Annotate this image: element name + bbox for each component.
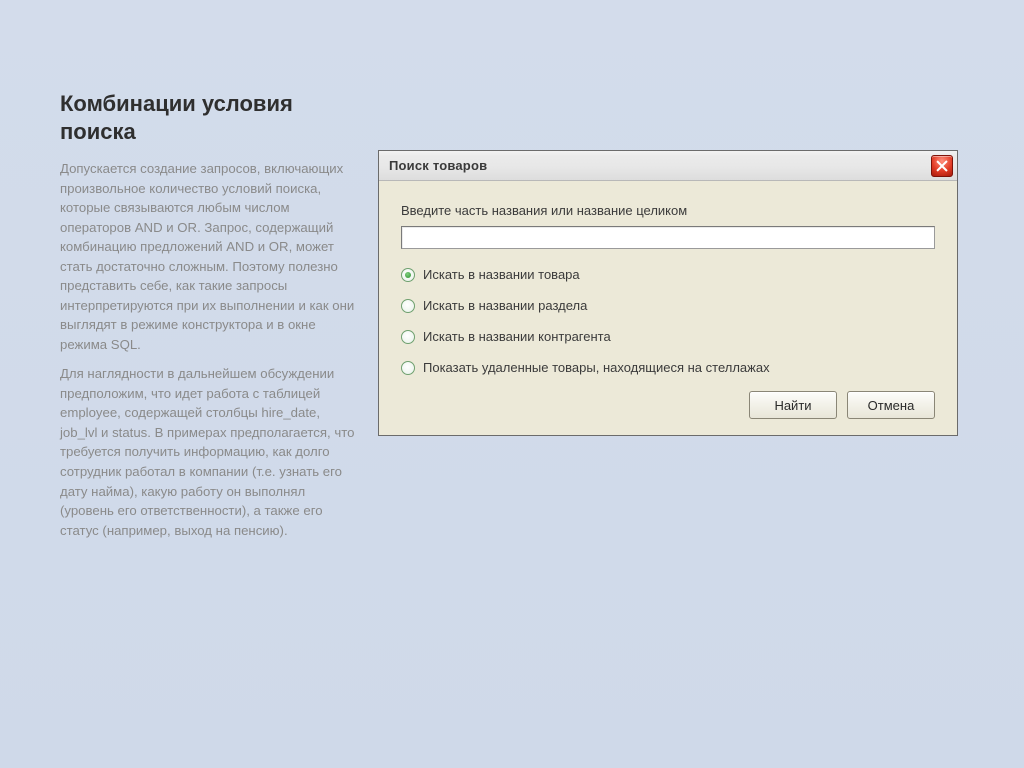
radio-icon xyxy=(401,330,415,344)
slide: Комбинации условия поиска Допускается со… xyxy=(0,0,1024,768)
radio-label: Искать в названии раздела xyxy=(423,298,587,313)
radio-label: Показать удаленные товары, находящиеся н… xyxy=(423,360,770,375)
cancel-button[interactable]: Отмена xyxy=(847,391,935,419)
figure-column: Поиск товаров Введите часть названия или… xyxy=(378,90,964,728)
search-input[interactable] xyxy=(401,226,935,249)
dialog-body: Введите часть названия или название цели… xyxy=(379,181,957,435)
find-button[interactable]: Найти xyxy=(749,391,837,419)
search-scope-radio-group: Искать в названии товара Искать в назван… xyxy=(401,267,935,375)
dialog-button-row: Найти Отмена xyxy=(401,391,935,419)
radio-option-product-name[interactable]: Искать в названии товара xyxy=(401,267,935,282)
radio-label: Искать в названии товара xyxy=(423,267,580,282)
paragraph-1: Допускается создание запросов, включающи… xyxy=(60,159,360,354)
dialog-titlebar: Поиск товаров xyxy=(379,151,957,181)
radio-option-section-name[interactable]: Искать в названии раздела xyxy=(401,298,935,313)
radio-option-show-deleted[interactable]: Показать удаленные товары, находящиеся н… xyxy=(401,360,935,375)
close-icon xyxy=(936,160,948,172)
close-button[interactable] xyxy=(931,155,953,177)
search-dialog: Поиск товаров Введите часть названия или… xyxy=(378,150,958,436)
page-title: Комбинации условия поиска xyxy=(60,90,360,145)
paragraph-2: Для наглядности в дальнейшем обсуждении … xyxy=(60,364,360,540)
radio-icon xyxy=(401,268,415,282)
radio-option-counterparty-name[interactable]: Искать в названии контрагента xyxy=(401,329,935,344)
radio-label: Искать в названии контрагента xyxy=(423,329,611,344)
text-column: Комбинации условия поиска Допускается со… xyxy=(60,90,360,728)
radio-icon xyxy=(401,361,415,375)
search-prompt-label: Введите часть названия или название цели… xyxy=(401,203,935,218)
radio-icon xyxy=(401,299,415,313)
dialog-title: Поиск товаров xyxy=(389,158,487,173)
